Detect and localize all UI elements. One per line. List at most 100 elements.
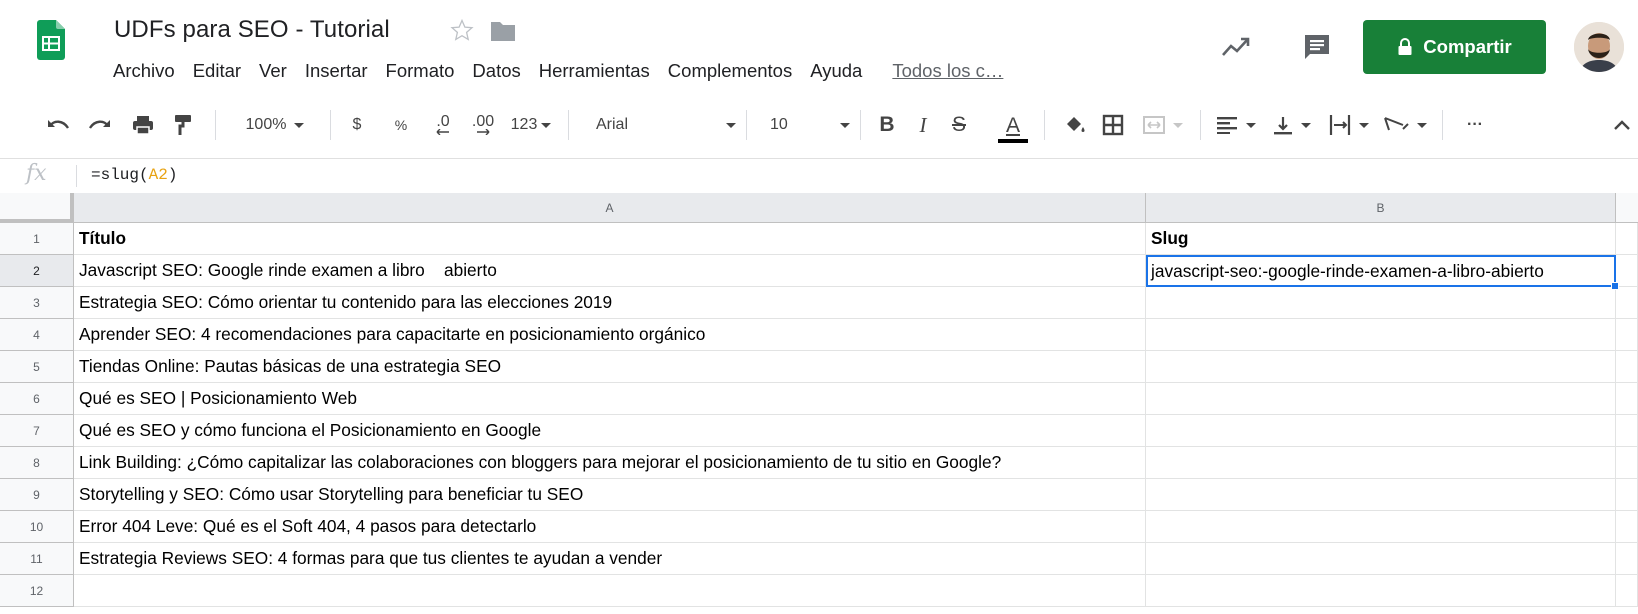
column-header-c[interactable] <box>1616 193 1638 223</box>
table-cell[interactable] <box>1616 543 1638 575</box>
borders-button[interactable] <box>1098 96 1128 154</box>
row-header[interactable]: 10 <box>0 511 74 543</box>
activity-dashboard-icon[interactable] <box>1221 34 1251 60</box>
italic-button[interactable]: I <box>910 96 936 154</box>
collapse-menus-button[interactable] <box>1608 96 1636 154</box>
more-formats-button[interactable]: 123 <box>506 96 556 154</box>
row-header[interactable]: 2 <box>0 255 74 287</box>
table-cell[interactable]: Link Building: ¿Cómo capitalizar las col… <box>74 447 1146 479</box>
row-header[interactable]: 5 <box>0 351 74 383</box>
avatar[interactable] <box>1574 22 1624 72</box>
menu-datos[interactable]: Datos <box>463 58 529 84</box>
table-cell[interactable] <box>1616 511 1638 543</box>
table-cell[interactable] <box>1616 255 1638 287</box>
table-cell[interactable] <box>1146 447 1616 479</box>
table-cell[interactable]: Estrategia Reviews SEO: 4 formas para qu… <box>74 543 1146 575</box>
currency-format-button[interactable]: $ <box>346 96 368 154</box>
header-cell[interactable]: Slug <box>1146 223 1616 255</box>
table-cell[interactable]: Storytelling y SEO: Cómo usar Storytelli… <box>74 479 1146 511</box>
menu-editar[interactable]: Editar <box>184 58 250 84</box>
column-header-b[interactable]: B <box>1146 193 1616 223</box>
table-cell[interactable]: Aprender SEO: 4 recomendaciones para cap… <box>74 319 1146 351</box>
active-cell[interactable]: javascript-seo:-google-rinde-examen-a-li… <box>1146 255 1616 287</box>
fill-color-button[interactable] <box>1060 96 1090 154</box>
table-cell[interactable] <box>74 575 1146 607</box>
horizontal-align-button[interactable] <box>1212 96 1260 154</box>
table-cell[interactable] <box>1146 479 1616 511</box>
table-cell[interactable] <box>1616 447 1638 479</box>
row-header[interactable]: 6 <box>0 383 74 415</box>
last-edit-link[interactable]: Todos los c… <box>883 58 1012 84</box>
undo-button[interactable] <box>44 96 74 154</box>
row-header[interactable]: 8 <box>0 447 74 479</box>
table-cell[interactable] <box>1146 511 1616 543</box>
table-cell[interactable]: Qué es SEO y cómo funciona el Posicionam… <box>74 415 1146 447</box>
row-header[interactable]: 4 <box>0 319 74 351</box>
table-cell[interactable] <box>1616 319 1638 351</box>
more-toolbar-button[interactable]: ··· <box>1458 96 1492 154</box>
font-size-select[interactable]: 10 <box>770 96 850 154</box>
merge-cells-button[interactable] <box>1138 96 1188 154</box>
row-header[interactable]: 12 <box>0 575 74 607</box>
table-cell[interactable]: Error 404 Leve: Qué es el Soft 404, 4 pa… <box>74 511 1146 543</box>
table-cell[interactable] <box>1616 575 1638 607</box>
table-cell[interactable] <box>1616 383 1638 415</box>
text-wrap-button[interactable] <box>1324 96 1374 154</box>
zoom-select[interactable]: 100% <box>232 96 318 154</box>
table-cell[interactable] <box>1146 287 1616 319</box>
header-cell[interactable]: Título <box>74 223 1146 255</box>
text-color-button[interactable]: A <box>996 96 1030 154</box>
table-cell[interactable] <box>1616 287 1638 319</box>
borders-icon <box>1102 114 1124 136</box>
menu-insertar[interactable]: Insertar <box>296 58 377 84</box>
row-header[interactable]: 9 <box>0 479 74 511</box>
strikethrough-button[interactable]: S <box>946 96 972 154</box>
menu-complementos[interactable]: Complementos <box>659 58 801 84</box>
table-cell[interactable] <box>1146 415 1616 447</box>
folder-icon[interactable] <box>490 20 516 42</box>
table-cell[interactable] <box>1616 479 1638 511</box>
formula-input[interactable]: =slug(A2) <box>91 166 177 184</box>
menu-herramientas[interactable]: Herramientas <box>530 58 659 84</box>
fill-handle[interactable] <box>1611 282 1619 290</box>
paint-format-button[interactable] <box>168 96 198 154</box>
table-cell[interactable] <box>1146 319 1616 351</box>
decrease-decimal-button[interactable]: .0 <box>428 96 458 154</box>
vertical-align-button[interactable] <box>1268 96 1316 154</box>
table-cell[interactable] <box>1146 351 1616 383</box>
text-rotation-button[interactable] <box>1380 96 1430 154</box>
row-header[interactable]: 7 <box>0 415 74 447</box>
font-family-select[interactable]: Arial <box>596 96 736 154</box>
row-header[interactable]: 1 <box>0 223 74 255</box>
chevron-down-icon <box>294 122 305 128</box>
menu-formato[interactable]: Formato <box>377 58 464 84</box>
table-cell[interactable] <box>1616 415 1638 447</box>
menu-ver[interactable]: Ver <box>250 58 296 84</box>
table-cell[interactable] <box>1146 383 1616 415</box>
share-button[interactable]: Compartir <box>1363 20 1546 74</box>
star-icon[interactable] <box>450 18 474 42</box>
percent-format-button[interactable]: % <box>390 96 412 154</box>
table-cell[interactable]: Qué es SEO | Posicionamiento Web <box>74 383 1146 415</box>
redo-button[interactable] <box>84 96 114 154</box>
row-header[interactable]: 11 <box>0 543 74 575</box>
table-cell[interactable] <box>1616 351 1638 383</box>
header-cell[interactable] <box>1616 223 1638 255</box>
table-cell[interactable]: Tiendas Online: Pautas básicas de una es… <box>74 351 1146 383</box>
select-all-corner[interactable] <box>0 193 74 223</box>
table-cell[interactable]: Estrategia SEO: Cómo orientar tu conteni… <box>74 287 1146 319</box>
comment-icon[interactable] <box>1302 32 1332 62</box>
document-title[interactable]: UDFs para SEO - Tutorial <box>114 16 390 44</box>
print-button[interactable] <box>128 96 158 154</box>
chevron-up-icon <box>1614 120 1630 130</box>
column-header-a[interactable]: A <box>74 193 1146 223</box>
increase-decimal-button[interactable]: .00 <box>466 96 500 154</box>
table-cell[interactable] <box>1146 543 1616 575</box>
table-cell[interactable] <box>1146 575 1616 607</box>
row-header[interactable]: 3 <box>0 287 74 319</box>
menu-archivo[interactable]: Archivo <box>104 58 184 84</box>
sheets-logo-icon[interactable] <box>37 20 65 60</box>
menu-ayuda[interactable]: Ayuda <box>801 58 871 84</box>
bold-button[interactable]: B <box>874 96 900 154</box>
table-cell[interactable]: Javascript SEO: Google rinde examen a li… <box>74 255 1146 287</box>
